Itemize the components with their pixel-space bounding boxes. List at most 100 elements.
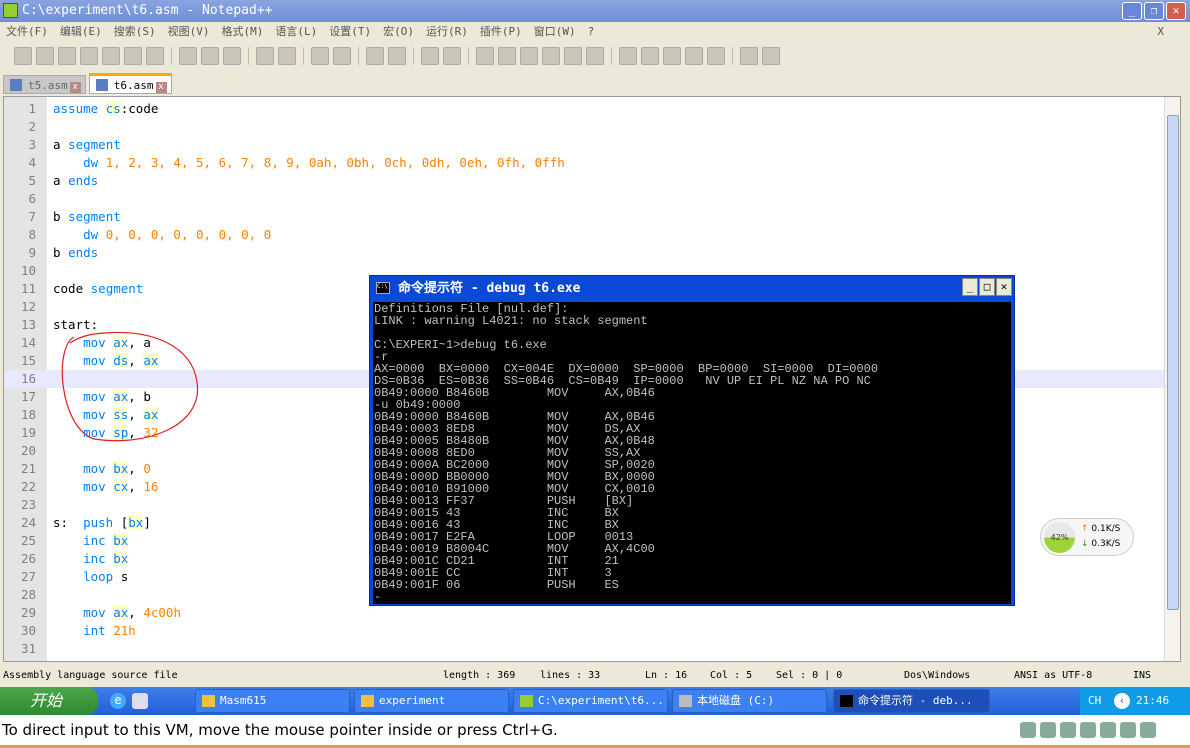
spellcheck-icon[interactable] [740, 47, 758, 65]
save-all-icon[interactable] [80, 47, 98, 65]
code-token: ax [113, 605, 129, 620]
paste-icon[interactable] [223, 47, 241, 65]
toolbar-separator [171, 47, 172, 65]
replace-icon[interactable] [333, 47, 351, 65]
new-icon[interactable] [14, 47, 32, 65]
close-tab-icon[interactable]: x [155, 82, 167, 93]
code-text: inc bx [53, 532, 129, 550]
network-monitor-widget[interactable]: 42% ↑ 0.1K/S ↓ 0.3K/S [1040, 518, 1134, 556]
sync-v-icon[interactable] [421, 47, 439, 65]
upload-arrow-icon: ↑ [1081, 524, 1089, 534]
task-masm615[interactable]: Masm615 [195, 689, 350, 713]
printer-icon[interactable] [1080, 722, 1096, 738]
vm-status-bar: To direct input to this VM, move the mou… [0, 715, 1190, 748]
save-icon[interactable] [58, 47, 76, 65]
play-icon[interactable] [663, 47, 681, 65]
task-experiment[interactable]: experiment [354, 689, 509, 713]
cmd-minimize-button[interactable]: _ [962, 278, 978, 296]
menu-item[interactable]: 文件(F) [6, 22, 48, 42]
code-line[interactable]: 30 int 21h [4, 622, 1164, 640]
folder-icon [361, 695, 374, 707]
code-token: , [128, 605, 144, 620]
scrollbar-thumb[interactable] [1167, 115, 1179, 610]
cmd-maximize-button[interactable]: □ [979, 278, 995, 296]
code-line[interactable]: 31 [4, 640, 1164, 658]
code-line[interactable]: 29 mov ax, 4c00h [4, 604, 1164, 622]
extra-icon[interactable] [762, 47, 780, 65]
close-tab-icon[interactable]: x [69, 82, 81, 93]
cut-icon[interactable] [179, 47, 197, 65]
menu-item[interactable]: 语言(L) [275, 22, 317, 42]
cmd-icon: C:\ [376, 282, 390, 294]
code-token: int [53, 623, 114, 638]
task-cmd[interactable]: 命令提示符 - deb... [833, 689, 990, 713]
toolbar-separator [468, 47, 469, 65]
find-icon[interactable] [311, 47, 329, 65]
menu-item[interactable]: 设置(T) [329, 22, 371, 42]
tab-t5[interactable]: t5.asm x [3, 75, 86, 94]
close-icon[interactable] [102, 47, 120, 65]
indent-guide-icon[interactable] [520, 47, 538, 65]
toolbar [0, 43, 1190, 69]
upload-rate: 0.1K/S [1091, 524, 1121, 534]
sound-icon[interactable] [1100, 722, 1116, 738]
task-local-disk[interactable]: 本地磁盘 (C:) [672, 689, 827, 713]
network-icon[interactable] [1060, 722, 1076, 738]
status-file-type: Assembly language source file [3, 670, 178, 681]
status-mode: INS [1133, 670, 1152, 681]
close-all-icon[interactable] [124, 47, 142, 65]
copy-icon[interactable] [201, 47, 219, 65]
message-icon[interactable] [1140, 722, 1156, 738]
zoom-in-icon[interactable] [366, 47, 384, 65]
close-button[interactable]: ✕ [1166, 2, 1186, 20]
vertical-scrollbar[interactable] [1164, 97, 1180, 661]
restore-button[interactable]: ❐ [1144, 2, 1164, 20]
menu-item[interactable]: 运行(R) [426, 22, 468, 42]
menu-item[interactable]: 插件(P) [480, 22, 522, 42]
redo-icon[interactable] [278, 47, 296, 65]
code-token: bx [113, 533, 129, 548]
clock: 21:46 [1136, 694, 1170, 707]
task-label: experiment [379, 694, 446, 707]
stop-icon[interactable] [641, 47, 659, 65]
toolbar-separator [732, 47, 733, 65]
open-icon[interactable] [36, 47, 54, 65]
wrap-icon[interactable] [476, 47, 494, 65]
zoom-out-icon[interactable] [388, 47, 406, 65]
menu-item[interactable]: 编辑(E) [60, 22, 102, 42]
usb-icon[interactable] [1120, 722, 1136, 738]
folder-icon [202, 695, 215, 707]
cd-icon[interactable] [1040, 722, 1056, 738]
console-output[interactable]: Definitions File [nul.def]: LINK : warni… [373, 302, 1011, 604]
close-document-button[interactable]: X [1157, 22, 1164, 42]
menu-item[interactable]: 搜索(S) [114, 22, 156, 42]
menu-item[interactable]: 格式(M) [222, 22, 264, 42]
udl-icon[interactable] [542, 47, 560, 65]
quicklaunch-icon[interactable] [132, 693, 148, 709]
menu-item[interactable]: 窗口(W) [534, 22, 576, 42]
undo-icon[interactable] [256, 47, 274, 65]
code-token: loop [53, 569, 121, 584]
code-text: int 21h [53, 622, 136, 640]
record-icon[interactable] [619, 47, 637, 65]
ie-icon[interactable]: e [110, 693, 126, 709]
print-icon[interactable] [146, 47, 164, 65]
save-macro-icon[interactable] [707, 47, 725, 65]
tray-expand-icon[interactable]: ‹ [1114, 693, 1130, 709]
menu-item[interactable]: ? [588, 22, 595, 42]
command-prompt-window[interactable]: C:\ 命令提示符 - debug t6.exe _ □ ✕ Definitio… [369, 275, 1015, 606]
cmd-close-button[interactable]: ✕ [996, 278, 1012, 296]
play-multi-icon[interactable] [685, 47, 703, 65]
doc-map-icon[interactable] [564, 47, 582, 65]
hdd-icon[interactable] [1020, 722, 1036, 738]
sync-h-icon[interactable] [443, 47, 461, 65]
show-all-icon[interactable] [498, 47, 516, 65]
tab-t6[interactable]: t6.asm x [88, 73, 172, 94]
start-button[interactable]: 开始 [0, 687, 98, 715]
menu-item[interactable]: 视图(V) [168, 22, 210, 42]
menu-item[interactable]: 宏(O) [383, 22, 414, 42]
function-list-icon[interactable] [586, 47, 604, 65]
task-notepadpp[interactable]: C:\experiment\t6... [513, 689, 668, 713]
language-indicator[interactable]: CH [1088, 687, 1101, 715]
minimize-button[interactable]: _ [1122, 2, 1142, 20]
